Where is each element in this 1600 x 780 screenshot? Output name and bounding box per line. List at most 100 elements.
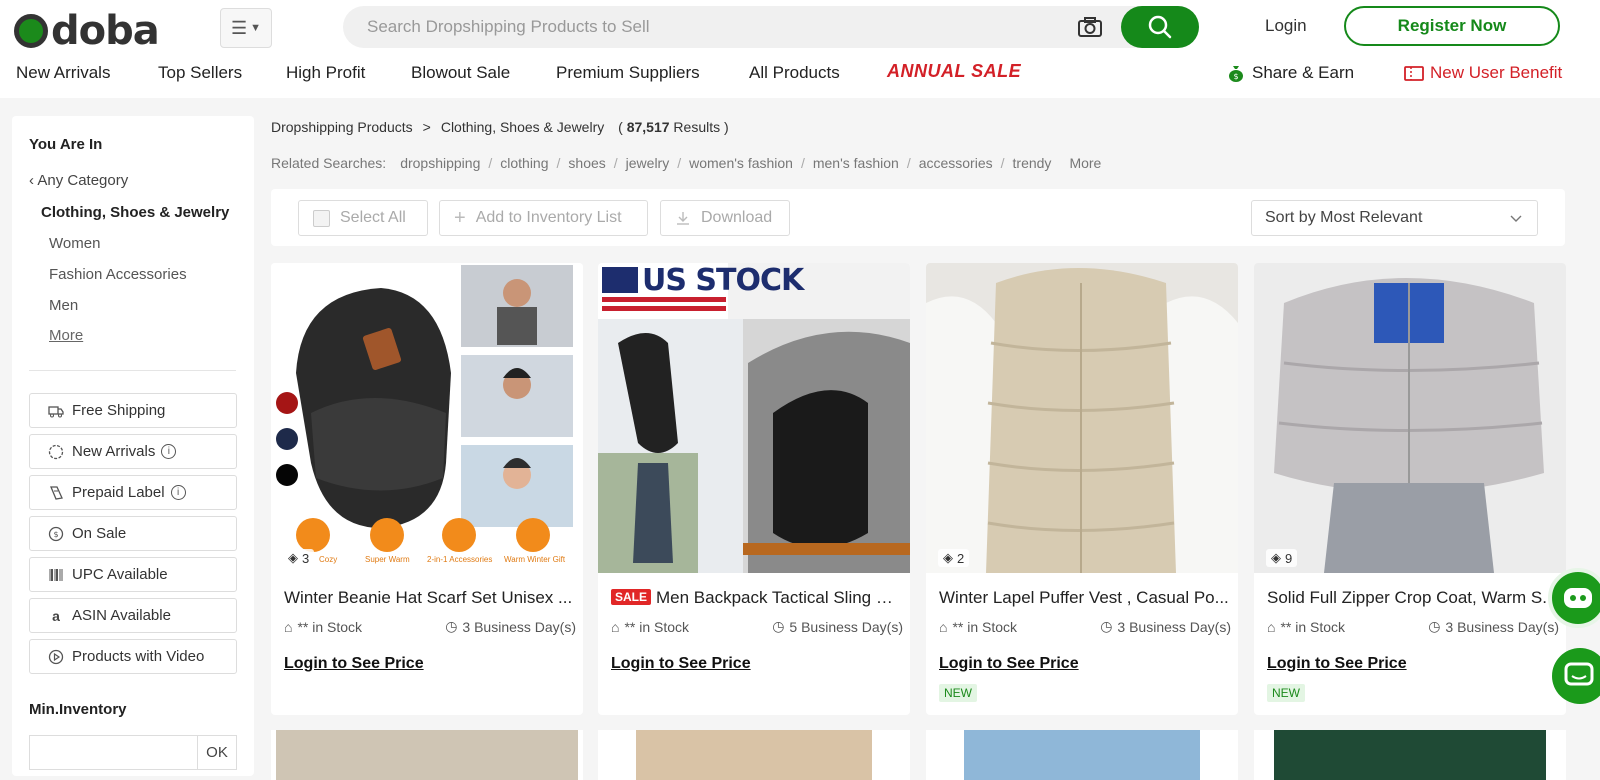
filter-upc-available[interactable]: UPC Available xyxy=(29,557,237,592)
variant-count: 2 xyxy=(957,550,965,566)
category-menu-button[interactable]: ☰ ▼ xyxy=(220,8,272,48)
us-stock-banner: US STOCK xyxy=(642,263,804,298)
product-image[interactable]: Cozy Super Warm 2-in-1 Accessories Warm … xyxy=(271,263,583,573)
sidebar-divider xyxy=(29,370,236,371)
login-to-see-price-link[interactable]: Login to See Price xyxy=(284,655,424,673)
nav-blowout-sale[interactable]: Blowout Sale xyxy=(411,63,510,83)
filter-products-with-video[interactable]: Products with Video xyxy=(29,639,237,674)
doba-logo[interactable]: doba xyxy=(14,8,160,54)
login-to-see-price-link[interactable]: Login to See Price xyxy=(939,655,1079,673)
login-to-see-price-link[interactable]: Login to See Price xyxy=(1267,655,1407,673)
related-term[interactable]: shoes xyxy=(568,155,605,171)
nav-new-arrivals[interactable]: New Arrivals xyxy=(16,63,110,83)
product-card[interactable]: ◈ 2 Winter Lapel Puffer Vest , Casual Po.… xyxy=(926,263,1238,715)
product-image[interactable] xyxy=(926,263,1238,573)
product-title[interactable]: Solid Full Zipper Crop Coat, Warm S... xyxy=(1267,588,1557,608)
nav-high-profit[interactable]: High Profit xyxy=(286,63,365,83)
nav-annual-sale[interactable]: ANNUAL SALE xyxy=(887,61,1021,82)
live-chat-button[interactable] xyxy=(1552,648,1600,704)
product-card[interactable] xyxy=(1254,730,1566,780)
product-title[interactable]: Winter Beanie Hat Scarf Set Unisex ... xyxy=(284,588,574,608)
product-image[interactable] xyxy=(1254,263,1566,573)
product-title[interactable]: SALE Men Backpack Tactical Sling B... xyxy=(611,588,901,608)
product-title-text: Solid Full Zipper Crop Coat, Warm S... xyxy=(1267,588,1557,607)
breadcrumb-root[interactable]: Dropshipping Products xyxy=(271,119,413,135)
related-more-link[interactable]: More xyxy=(1069,155,1101,171)
related-term[interactable]: jewelry xyxy=(626,155,670,171)
checkbox-icon xyxy=(313,209,330,227)
chatbot-button[interactable] xyxy=(1548,568,1600,628)
robot-icon xyxy=(1564,588,1592,608)
filter-free-shipping[interactable]: Free Shipping xyxy=(29,393,237,428)
register-button[interactable]: Register Now xyxy=(1344,6,1560,46)
filter-label: ASIN Available xyxy=(72,607,171,624)
min-inventory-label: Min.Inventory xyxy=(29,701,127,718)
product-image[interactable]: US STOCK xyxy=(598,263,910,573)
related-term[interactable]: accessories xyxy=(919,155,993,171)
stock-text: ** in Stock xyxy=(297,618,363,635)
product-image[interactable] xyxy=(1274,730,1546,780)
subcategory-women[interactable]: Women xyxy=(49,235,100,252)
login-link[interactable]: Login xyxy=(1265,16,1307,36)
subcategory-more-link[interactable]: More xyxy=(49,327,83,344)
badge-2in1: 2-in-1 Accessories xyxy=(427,555,493,564)
product-title-text: Men Backpack Tactical Sling B... xyxy=(656,588,901,607)
product-card[interactable] xyxy=(271,730,583,780)
sort-dropdown[interactable]: Sort by Most Relevant xyxy=(1251,200,1538,236)
results-open-paren: ( xyxy=(618,119,623,135)
warehouse-icon: ⌂ xyxy=(284,618,293,635)
min-inventory-ok-button[interactable]: OK xyxy=(197,735,237,770)
any-category-link[interactable]: ‹ Any Category xyxy=(29,172,128,189)
layers-icon: ◈ xyxy=(943,550,953,565)
warehouse-icon: ⌂ xyxy=(1267,618,1276,635)
nav-premium-suppliers[interactable]: Premium Suppliers xyxy=(556,63,700,83)
badge-warm-gift: Warm Winter Gift xyxy=(504,555,566,564)
clock-icon: ◷ xyxy=(772,618,785,634)
search-input[interactable] xyxy=(367,6,1047,48)
filter-on-sale[interactable]: $ On Sale xyxy=(29,516,237,551)
related-term[interactable]: men's fashion xyxy=(813,155,899,171)
info-icon[interactable]: i xyxy=(161,444,177,459)
ship-text: 5 Business Day(s) xyxy=(789,618,903,635)
filter-asin-available[interactable]: a ASIN Available xyxy=(29,598,237,633)
nav-new-user-benefit[interactable]: New User Benefit xyxy=(1404,63,1562,83)
product-card[interactable]: Cozy Super Warm 2-in-1 Accessories Warm … xyxy=(271,263,583,715)
breadcrumb-current[interactable]: Clothing, Shoes & Jewelry xyxy=(441,119,604,135)
nav-top-sellers[interactable]: Top Sellers xyxy=(158,63,242,83)
separator: / xyxy=(677,155,682,171)
add-to-inventory-button[interactable]: + Add to Inventory List xyxy=(439,200,648,236)
product-card[interactable]: US STOCK SALE Men Backpack Tactical Sling… xyxy=(598,263,910,715)
info-icon[interactable]: i xyxy=(170,485,186,500)
related-term[interactable]: clothing xyxy=(500,155,548,171)
product-title[interactable]: Winter Lapel Puffer Vest , Casual Po... xyxy=(939,588,1229,608)
product-card[interactable] xyxy=(598,730,910,780)
filter-new-arrivals[interactable]: New Arrivals i xyxy=(29,434,237,469)
product-image[interactable] xyxy=(276,730,578,780)
related-term[interactable]: women's fashion xyxy=(689,155,793,171)
badge-super-warm: Super Warm xyxy=(365,555,410,564)
filter-prepaid-label[interactable]: Prepaid Label i xyxy=(29,475,237,510)
search-button[interactable] xyxy=(1121,6,1199,48)
subcategory-fashion-accessories[interactable]: Fashion Accessories xyxy=(49,266,187,283)
product-image[interactable] xyxy=(636,730,872,780)
select-all-checkbox[interactable]: Select All xyxy=(298,200,428,236)
product-card[interactable] xyxy=(926,730,1238,780)
download-button[interactable]: Download xyxy=(660,200,790,236)
money-bag-icon: $ xyxy=(1229,66,1243,82)
results-count: ( 87,517 Results ) xyxy=(614,119,729,135)
login-to-see-price-link[interactable]: Login to See Price xyxy=(611,655,751,673)
badge-cozy: Cozy xyxy=(319,555,338,564)
stock-info: ⌂ ** in Stock xyxy=(939,618,1017,635)
min-inventory-input[interactable] xyxy=(29,735,197,770)
nav-all-products[interactable]: All Products xyxy=(749,63,840,83)
related-term[interactable]: trendy xyxy=(1013,155,1052,171)
product-image[interactable] xyxy=(964,730,1200,780)
variant-count-badge: ◈ 2 xyxy=(938,549,970,567)
camera-icon[interactable] xyxy=(1077,15,1103,39)
related-term[interactable]: dropshipping xyxy=(400,155,480,171)
nav-share-earn[interactable]: $ Share & Earn xyxy=(1228,63,1354,83)
play-video-icon xyxy=(48,649,64,665)
stock-info: ⌂ ** in Stock xyxy=(1267,618,1345,635)
subcategory-men[interactable]: Men xyxy=(49,297,78,314)
product-card[interactable]: ◈ 9 Solid Full Zipper Crop Coat, Warm S..… xyxy=(1254,263,1566,715)
